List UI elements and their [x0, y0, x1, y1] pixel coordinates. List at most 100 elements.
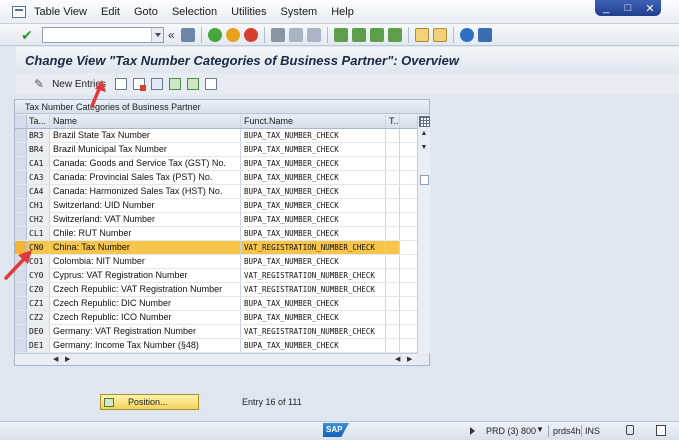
horizontal-scrollbar[interactable]: ◀ ▶ ◀ ▶	[15, 353, 417, 365]
undo-change-icon[interactable]	[150, 78, 163, 90]
cell-code[interactable]: CZ2	[27, 311, 50, 324]
cell-name[interactable]: Germany: VAT Registration Number	[50, 325, 241, 338]
cell-name[interactable]: China: Tax Number	[50, 241, 241, 254]
cell-function-name[interactable]: BUPA_TAX_NUMBER_CHECK	[241, 297, 386, 310]
command-dropdown-icon[interactable]	[151, 27, 163, 42]
column-header-name[interactable]: Name	[50, 115, 241, 128]
cell-t[interactable]	[386, 339, 400, 352]
cell-function-name[interactable]: BUPA_TAX_NUMBER_CHECK	[241, 185, 386, 198]
table-row[interactable]: CH1 Switzerland: UID Number BUPA_TAX_NUMBE…	[15, 199, 417, 213]
table-settings-icon[interactable]	[419, 116, 430, 127]
cell-t[interactable]	[386, 129, 400, 142]
cell-function-name[interactable]: VAT_REGISTRATION_NUMBER_CHECK	[241, 325, 386, 338]
row-selector[interactable]	[15, 185, 27, 198]
row-selector[interactable]	[15, 311, 27, 324]
menu-edit[interactable]: Edit	[101, 6, 120, 18]
find-icon[interactable]	[288, 27, 303, 42]
cell-code[interactable]: CH1	[27, 199, 50, 212]
cell-name[interactable]: Czech Republic: DIC Number	[50, 297, 241, 310]
previous-page-icon[interactable]	[351, 27, 366, 42]
cell-t[interactable]	[386, 157, 400, 170]
cell-function-name[interactable]: BUPA_TAX_NUMBER_CHECK	[241, 129, 386, 142]
cell-name[interactable]: Canada: Goods and Service Tax (GST) No.	[50, 157, 241, 170]
cell-function-name[interactable]: VAT_REGISTRATION_NUMBER_CHECK	[241, 269, 386, 282]
table-row[interactable]: CL1 Chile: RUT Number BUPA_TAX_NUMBER_CHEC…	[15, 227, 417, 241]
cell-function-name[interactable]: BUPA_TAX_NUMBER_CHECK	[241, 227, 386, 240]
display-change-icon[interactable]: ✎	[34, 77, 44, 91]
back-icon[interactable]	[207, 27, 222, 42]
select-all-column-header[interactable]	[15, 115, 27, 128]
cell-name[interactable]: Brazil State Tax Number	[50, 129, 241, 142]
cell-function-name[interactable]: BUPA_TAX_NUMBER_CHECK	[241, 171, 386, 184]
scroll-left-icon[interactable]: ◀	[53, 355, 58, 363]
cell-t[interactable]	[386, 283, 400, 296]
cell-name[interactable]: Colombia: NIT Number	[50, 255, 241, 268]
cell-t[interactable]	[386, 255, 400, 268]
cell-name[interactable]: Czech Republic: ICO Number	[50, 311, 241, 324]
menu-selection[interactable]: Selection	[172, 6, 217, 18]
first-page-icon[interactable]	[333, 27, 348, 42]
table-row[interactable]: CN0 China: Tax Number VAT_REGISTRATION_NUM…	[15, 241, 417, 255]
cell-code[interactable]: BR4	[27, 143, 50, 156]
cell-t[interactable]	[386, 213, 400, 226]
row-selector[interactable]	[15, 325, 27, 338]
exit-icon[interactable]	[225, 27, 240, 42]
cell-function-name[interactable]: BUPA_TAX_NUMBER_CHECK	[241, 213, 386, 226]
cell-t[interactable]	[386, 311, 400, 324]
menu-system[interactable]: System	[281, 6, 318, 18]
position-button[interactable]: Position...	[100, 394, 199, 410]
table-row[interactable]: CO1 Colombia: NIT Number BUPA_TAX_NUMBER_C…	[15, 255, 417, 269]
status-expand-icon[interactable]	[470, 427, 475, 435]
delete-icon[interactable]	[132, 78, 146, 91]
cell-t[interactable]	[386, 297, 400, 310]
table-row[interactable]: DE1 Germany: Income Tax Number (§48) BUPA_…	[15, 339, 417, 353]
table-row[interactable]: DE0 Germany: VAT Registration Number VAT_R…	[15, 325, 417, 339]
row-selector[interactable]	[15, 171, 27, 184]
cell-code[interactable]: DE0	[27, 325, 50, 338]
cell-code[interactable]: CL1	[27, 227, 50, 240]
cell-code[interactable]: CA1	[27, 157, 50, 170]
cell-t[interactable]	[386, 241, 400, 254]
last-page-icon[interactable]	[387, 27, 402, 42]
print-icon[interactable]	[270, 27, 285, 42]
cell-t[interactable]	[386, 269, 400, 282]
table-row[interactable]: CZ2 Czech Republic: ICO Number BUPA_TAX_NU…	[15, 311, 417, 325]
table-row[interactable]: CY0 Cyprus: VAT Registration Number VAT_RE…	[15, 269, 417, 283]
menu-app-icon[interactable]	[12, 5, 26, 18]
cell-name[interactable]: Germany: Income Tax Number (§48)	[50, 339, 241, 352]
cell-code[interactable]: CA3	[27, 171, 50, 184]
help-icon[interactable]	[459, 27, 474, 42]
enter-check-icon[interactable]: ✔	[20, 28, 34, 42]
menu-help[interactable]: Help	[331, 6, 354, 18]
cell-t[interactable]	[386, 325, 400, 338]
row-selector[interactable]	[15, 297, 27, 310]
cell-name[interactable]: Cyprus: VAT Registration Number	[50, 269, 241, 282]
select-block-icon[interactable]	[186, 78, 199, 90]
cell-function-name[interactable]: BUPA_TAX_NUMBER_CHECK	[241, 199, 386, 212]
cell-t[interactable]	[386, 185, 400, 198]
cell-name[interactable]: Chile: RUT Number	[50, 227, 241, 240]
cell-name[interactable]: Czech Republic: VAT Registration Number	[50, 283, 241, 296]
column-header-code[interactable]: Ta...	[27, 115, 50, 128]
cell-function-name[interactable]: BUPA_TAX_NUMBER_CHECK	[241, 157, 386, 170]
menu-goto[interactable]: Goto	[134, 6, 158, 18]
scroll-thumb[interactable]	[420, 175, 429, 185]
table-row[interactable]: BR3 Brazil State Tax Number BUPA_TAX_NUMBE…	[15, 129, 417, 143]
row-selector[interactable]	[15, 339, 27, 352]
layout-icon[interactable]	[656, 425, 666, 436]
cell-name[interactable]: Canada: Provincial Sales Tax (PST) No.	[50, 171, 241, 184]
cell-code[interactable]: BR3	[27, 129, 50, 142]
table-row[interactable]: CA4 Canada: Harmonized Sales Tax (HST) No…	[15, 185, 417, 199]
customize-layout-icon[interactable]	[477, 27, 492, 42]
maximize-button[interactable]: □	[621, 2, 635, 14]
cell-function-name[interactable]: BUPA_TAX_NUMBER_CHECK	[241, 143, 386, 156]
cell-name[interactable]: Canada: Harmonized Sales Tax (HST) No.	[50, 185, 241, 198]
cell-code[interactable]: CZ1	[27, 297, 50, 310]
save-icon[interactable]	[180, 27, 195, 42]
cell-function-name[interactable]: BUPA_TAX_NUMBER_CHECK	[241, 339, 386, 352]
row-selector[interactable]	[15, 199, 27, 212]
menu-table-view[interactable]: Table View	[34, 6, 87, 18]
cell-function-name[interactable]: BUPA_TAX_NUMBER_CHECK	[241, 311, 386, 324]
scroll-down-icon[interactable]: ▼	[418, 143, 430, 153]
cell-function-name[interactable]: VAT_REGISTRATION_NUMBER_CHECK	[241, 241, 386, 254]
